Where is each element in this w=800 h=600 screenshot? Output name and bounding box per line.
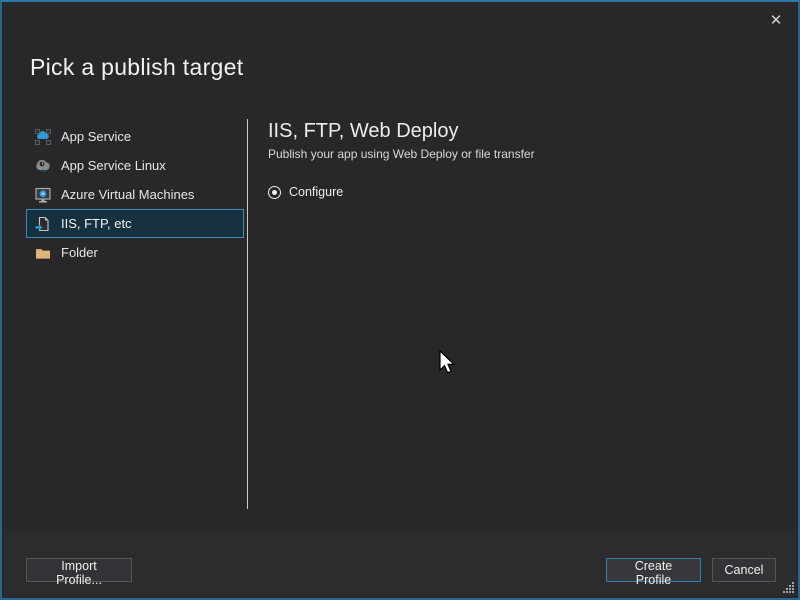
target-subtitle: Publish your app using Web Deploy or fil…	[268, 147, 778, 161]
configure-radio-label: Configure	[289, 185, 343, 199]
resize-grip[interactable]	[782, 581, 795, 594]
folder-icon	[35, 245, 51, 261]
radio-dot	[272, 190, 277, 195]
mouse-cursor	[439, 350, 456, 376]
sidebar-item-app-service-linux[interactable]: App Service Linux	[26, 151, 244, 180]
target-heading: IIS, FTP, Web Deploy	[268, 120, 778, 143]
app-service-icon	[35, 129, 51, 145]
sidebar-item-iis-ftp[interactable]: IIS, FTP, etc	[26, 209, 244, 238]
create-profile-button[interactable]: Create Profile	[606, 558, 701, 582]
sidebar-item-label: Folder	[61, 245, 98, 260]
close-icon[interactable]: ✕	[764, 10, 788, 32]
page-title: Pick a publish target	[30, 54, 243, 81]
import-profile-button[interactable]: Import Profile...	[26, 558, 132, 582]
sidebar-item-label: Azure Virtual Machines	[61, 187, 194, 202]
publish-target-list: App Service App Service Linux Azure Virt…	[26, 122, 244, 267]
iis-ftp-icon	[35, 216, 51, 232]
sidebar-item-label: App Service	[61, 129, 131, 144]
sidebar-item-label: App Service Linux	[61, 158, 166, 173]
configure-radio[interactable]: Configure	[268, 185, 778, 199]
sidebar-item-azure-virtual-machines[interactable]: Azure Virtual Machines	[26, 180, 244, 209]
app-service-linux-icon	[35, 158, 51, 174]
azure-vm-icon	[35, 187, 51, 203]
publish-target-dialog: ✕ Pick a publish target App Service	[0, 0, 800, 600]
sidebar-item-folder[interactable]: Folder	[26, 238, 244, 267]
cancel-button[interactable]: Cancel	[712, 558, 776, 582]
sidebar-item-label: IIS, FTP, etc	[61, 216, 132, 231]
sidebar-item-app-service[interactable]: App Service	[26, 122, 244, 151]
radio-button-icon[interactable]	[268, 186, 281, 199]
target-detail-panel: IIS, FTP, Web Deploy Publish your app us…	[268, 120, 778, 199]
sidebar-content-divider	[247, 119, 248, 509]
